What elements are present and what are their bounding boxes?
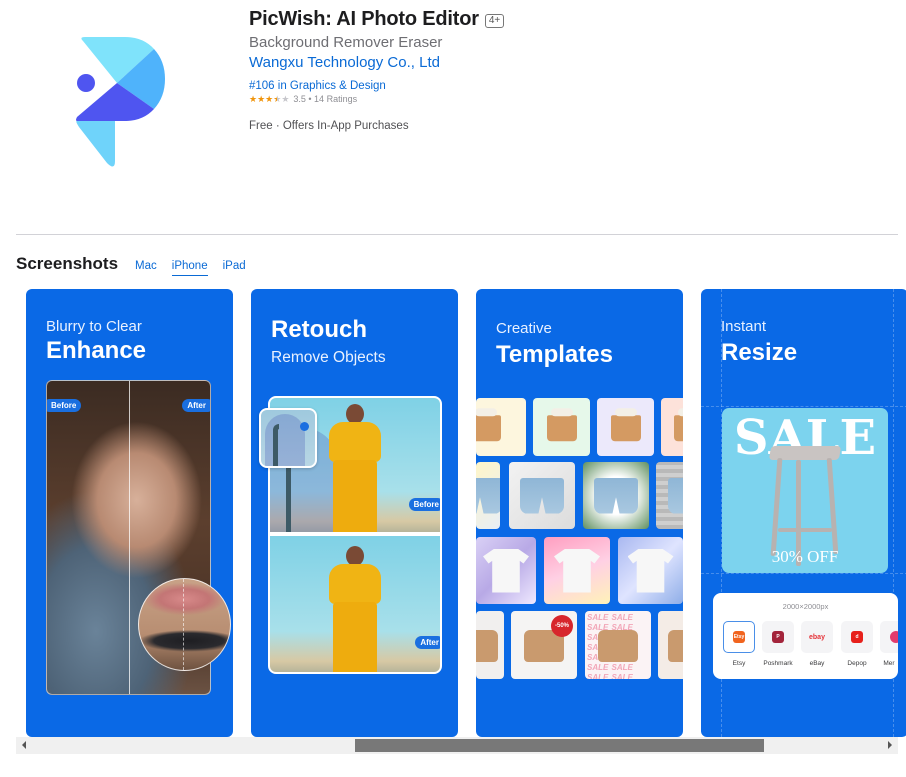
price-info: Free · Offers In-App Purchases (249, 120, 409, 132)
template-tile[interactable]: -50% (511, 611, 577, 679)
section-divider (16, 234, 898, 235)
scrollbar-thumb[interactable] (354, 739, 765, 752)
app-header: PicWish: AI Photo Editor 4+ Background R… (249, 8, 505, 132)
template-tile[interactable] (509, 462, 575, 529)
template-tile[interactable] (544, 537, 610, 604)
person-figure (325, 546, 385, 672)
app-subtitle: Background Remover Eraser (249, 34, 443, 51)
object-thumbnail (259, 408, 317, 468)
age-rating-badge: 4+ (484, 14, 505, 28)
screenshots-header: Screenshots Mac iPhone iPad (16, 254, 261, 276)
platform-name: Mer (883, 660, 895, 667)
card-title: Retouch (271, 316, 367, 343)
size-label: 2000×2000px (782, 602, 829, 611)
platform-name: Depop (847, 660, 867, 667)
template-tile[interactable] (658, 611, 683, 679)
screenshots-title: Screenshots (16, 254, 119, 273)
guide-line (701, 406, 906, 407)
screenshot-card-templates[interactable]: Creative Templates -50% SALE SALE SALE S… (476, 289, 683, 737)
template-tile[interactable] (476, 611, 504, 679)
tab-iphone[interactable]: iPhone (171, 260, 208, 276)
after-label: After (182, 399, 210, 412)
mercari-icon (890, 631, 898, 643)
logo-dot (77, 74, 95, 92)
star-icon: ★ (249, 93, 258, 104)
stool-leg (826, 457, 839, 555)
rating-row: ★ ★ ★ ★ ★ 3.5 • 14 Ratings (249, 94, 504, 104)
star-icon: ★ (265, 93, 274, 104)
star-icon: ★ (257, 93, 266, 104)
scroll-left-arrow-icon[interactable] (22, 741, 26, 749)
rating-text: 3.5 • 14 Ratings (293, 94, 358, 104)
screenshot-gallery[interactable]: Blurry to Clear Enhance Before After Ret… (26, 289, 906, 737)
card-subtitle: Instant (721, 318, 767, 335)
card-subtitle: Remove Objects (271, 349, 386, 366)
platform-ebay[interactable]: ebay eBay (801, 621, 833, 667)
screenshot-card-retouch[interactable]: Retouch Remove Objects Before After (251, 289, 458, 737)
selection-dot (300, 422, 309, 431)
discount-badge: -50% (551, 615, 573, 637)
template-row-tshirts (476, 537, 683, 604)
card-subtitle: Blurry to Clear (46, 318, 142, 335)
card-title: Enhance (46, 337, 147, 364)
screenshot-card-resize[interactable]: Instant Resize SALE 30% OFF 2000×2000px … (701, 289, 906, 737)
template-tile[interactable]: SALE SALE SALE SALE SALE SALE SALE SALE … (585, 611, 651, 679)
discount-text: 30% OFF (771, 547, 839, 566)
depop-icon: d (851, 631, 863, 643)
resize-panel: 2000×2000px Etsy Etsy P Poshmark ebay eB… (713, 593, 898, 679)
app-icon (76, 37, 165, 167)
stool-rung (778, 528, 832, 532)
platform-name: Etsy (732, 660, 746, 667)
template-row-bags (476, 398, 683, 456)
template-tile[interactable] (476, 537, 536, 604)
template-tile[interactable] (476, 398, 526, 456)
platform-name: Poshmark (763, 660, 793, 667)
platform-depop[interactable]: d Depop (841, 621, 873, 667)
after-label: After (415, 636, 440, 649)
scroll-right-arrow-icon[interactable] (888, 741, 892, 749)
template-tile[interactable] (661, 398, 683, 456)
before-label: Before (408, 498, 440, 511)
template-tile[interactable] (533, 398, 590, 456)
etsy-icon: Etsy (733, 631, 745, 643)
before-label: Before (47, 399, 82, 412)
gallery-scrollbar[interactable] (16, 737, 898, 754)
template-tile[interactable] (656, 462, 683, 529)
poshmark-icon: P (772, 631, 784, 643)
template-tile[interactable] (583, 462, 649, 529)
platform-poshmark[interactable]: P Poshmark (762, 621, 794, 667)
stool-leg (770, 457, 783, 557)
template-row-shorts (476, 462, 683, 529)
magnifier-divider (182, 579, 184, 670)
person-figure (325, 404, 385, 532)
template-tile[interactable] (476, 462, 500, 529)
empty-star-icon: ★ (281, 93, 290, 104)
platform-mercari[interactable]: Mer (880, 621, 898, 667)
tab-mac[interactable]: Mac (135, 260, 157, 275)
guide-line (701, 573, 906, 574)
template-tile[interactable] (618, 537, 683, 604)
after-photo: After (270, 536, 440, 672)
screenshot-card-enhance[interactable]: Blurry to Clear Enhance Before After (26, 289, 233, 737)
sale-poster: SALE 30% OFF (722, 408, 888, 573)
app-title: PicWish: AI Photo Editor (249, 8, 479, 30)
before-after-divider (128, 381, 130, 694)
card-subtitle: Creative (496, 320, 552, 337)
half-star-icon: ★ (273, 93, 282, 104)
magnifier-circle (138, 578, 231, 671)
category-rank-link[interactable]: #106 in Graphics & Design (249, 80, 504, 92)
template-row-satchels: -50% SALE SALE SALE SALE SALE SALE SALE … (476, 611, 683, 679)
card-title: Resize (721, 339, 798, 366)
logo-tail-shape (76, 121, 115, 167)
developer-link[interactable]: Wangxu Technology Co., Ltd (249, 54, 504, 71)
card-title: Templates (496, 341, 613, 368)
template-tile[interactable] (597, 398, 654, 456)
platform-etsy[interactable]: Etsy Etsy (723, 621, 755, 667)
star-rating: ★ ★ ★ ★ ★ (249, 93, 290, 104)
platform-name: eBay (809, 660, 825, 667)
tab-ipad[interactable]: iPad (223, 260, 246, 275)
ebay-icon: ebay (809, 633, 825, 641)
